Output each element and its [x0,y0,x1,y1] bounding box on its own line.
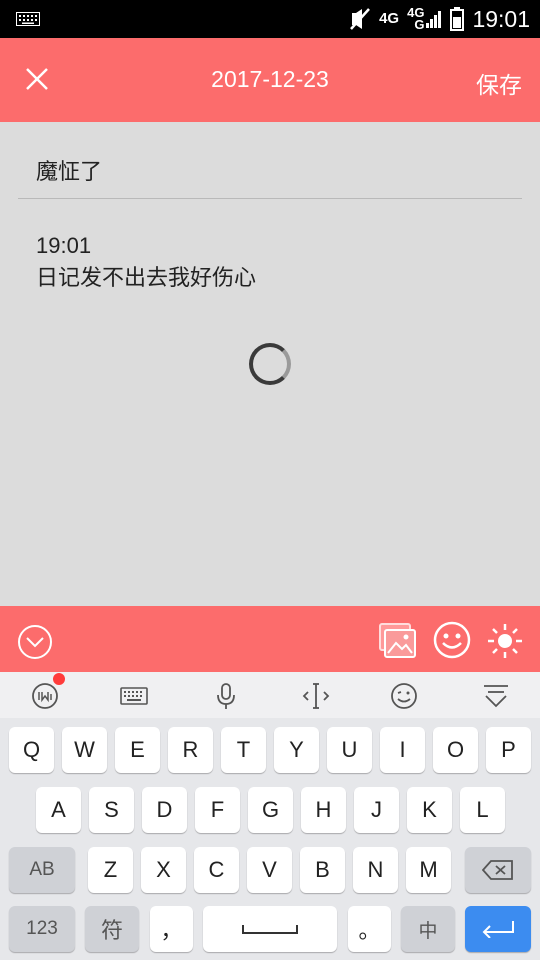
key-f[interactable]: F [195,787,240,833]
key-t[interactable]: T [221,727,266,773]
app-header: 2017-12-23 保存 [0,38,540,122]
key-b[interactable]: B [300,847,345,893]
backspace-icon [482,860,513,880]
title-divider [18,198,522,199]
key-d[interactable]: D [142,787,187,833]
keyboard-icon[interactable] [120,682,148,710]
language-switch-key[interactable]: 中 [401,906,455,952]
mute-icon [350,8,371,30]
signal-icon [426,11,442,28]
ime-logo-icon[interactable] [31,682,59,710]
key-s[interactable]: S [89,787,134,833]
status-bar: 4G 4G G 19:01 [0,0,540,38]
key-g[interactable]: G [248,787,293,833]
key-v[interactable]: V [247,847,292,893]
photo-icon[interactable] [378,622,416,660]
key-y[interactable]: Y [274,727,319,773]
key-x[interactable]: X [141,847,186,893]
comma-key[interactable]: ， [150,906,193,952]
key-u[interactable]: U [327,727,372,773]
key-h[interactable]: H [301,787,346,833]
microphone-icon[interactable] [212,682,240,710]
save-button[interactable]: 保存 [476,66,522,100]
network-g-bottom: G [414,17,425,32]
period-key[interactable]: 。 [348,906,391,952]
space-bar-icon [242,925,298,934]
key-c[interactable]: C [194,847,239,893]
network-4g: 4G [379,10,400,27]
diary-body-field[interactable]: 日记发不出去我好伤心 [36,260,256,292]
diary-editor: 魔怔了 19:01 日记发不出去我好伤心 [0,122,540,606]
page-title-date: 2017-12-23 [211,66,329,92]
battery-icon [450,7,465,31]
key-m[interactable]: M [406,847,451,893]
network-4g-secondary: 4G G [407,6,442,32]
backspace-key[interactable] [465,847,531,893]
hide-keyboard-icon[interactable] [482,682,510,710]
emoji-icon[interactable] [432,620,472,660]
key-e[interactable]: E [115,727,160,773]
key-n[interactable]: N [353,847,398,893]
status-time: 19:01 [472,5,530,32]
cursor-move-icon[interactable] [302,682,330,710]
emoji-icon[interactable] [390,682,418,710]
key-q[interactable]: Q [9,727,54,773]
keyboard-icon [16,12,40,26]
key-j[interactable]: J [354,787,399,833]
loading-spinner-icon [249,343,291,385]
key-w[interactable]: W [62,727,107,773]
key-a[interactable]: A [36,787,81,833]
numbers-key[interactable]: 123 [9,906,75,952]
space-key[interactable] [203,906,337,952]
key-i[interactable]: I [380,727,425,773]
key-l[interactable]: L [460,787,505,833]
enter-icon [482,921,514,938]
weather-sun-icon[interactable] [486,622,524,660]
soft-keyboard: Q W E R T Y U I O P A S D F G H J K L AB… [0,672,540,960]
notification-dot [53,673,65,685]
chevron-down-circle-icon[interactable] [17,624,53,660]
diary-title-field[interactable]: 魔怔了 [36,154,102,186]
diary-entry-time: 19:01 [36,233,92,258]
shift-key[interactable]: AB [9,847,75,893]
key-p[interactable]: P [486,727,531,773]
keyboard-toolbar [0,672,540,718]
symbols-key[interactable]: 符 [85,906,139,952]
key-z[interactable]: Z [88,847,133,893]
key-o[interactable]: O [433,727,478,773]
key-r[interactable]: R [168,727,213,773]
editor-toolbar [0,606,540,672]
key-k[interactable]: K [407,787,452,833]
enter-key[interactable] [465,906,531,952]
